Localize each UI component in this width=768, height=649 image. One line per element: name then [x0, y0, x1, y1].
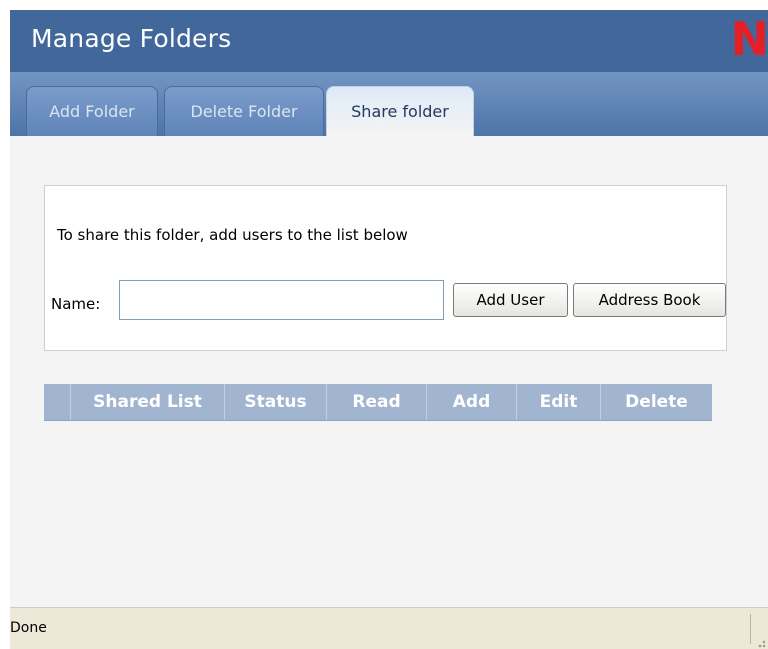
shared-list-table-header: Shared List Status Read Add Edit Delete	[44, 384, 712, 421]
tab-share-folder[interactable]: Share folder	[326, 86, 474, 136]
manage-folders-window: Manage Folders N Add Folder Delete Folde…	[10, 10, 768, 649]
column-header-edit[interactable]: Edit	[516, 384, 600, 420]
brand-logo: N	[730, 12, 768, 66]
column-header-add[interactable]: Add	[426, 384, 516, 420]
page-title: Manage Folders	[31, 24, 232, 53]
column-header-select	[44, 384, 70, 420]
name-label: Name:	[51, 295, 101, 313]
add-user-button[interactable]: Add User	[453, 283, 568, 317]
name-input[interactable]	[119, 280, 444, 320]
status-bar: Done	[10, 607, 768, 649]
tab-bar: Add Folder Delete Folder Share folder	[10, 72, 768, 136]
tab-add-folder[interactable]: Add Folder	[26, 86, 158, 136]
column-header-status[interactable]: Status	[224, 384, 326, 420]
resize-grip-icon[interactable]	[756, 638, 766, 648]
column-header-delete[interactable]: Delete	[600, 384, 712, 420]
status-divider	[750, 614, 751, 644]
share-instructions: To share this folder, add users to the l…	[57, 226, 408, 244]
column-header-shared-list[interactable]: Shared List	[70, 384, 224, 420]
address-book-button[interactable]: Address Book	[573, 283, 726, 317]
share-user-panel: To share this folder, add users to the l…	[44, 185, 727, 351]
window-header: Manage Folders N	[10, 10, 768, 72]
column-header-read[interactable]: Read	[326, 384, 426, 420]
status-text: Done	[10, 620, 47, 636]
tab-delete-folder[interactable]: Delete Folder	[164, 86, 324, 136]
